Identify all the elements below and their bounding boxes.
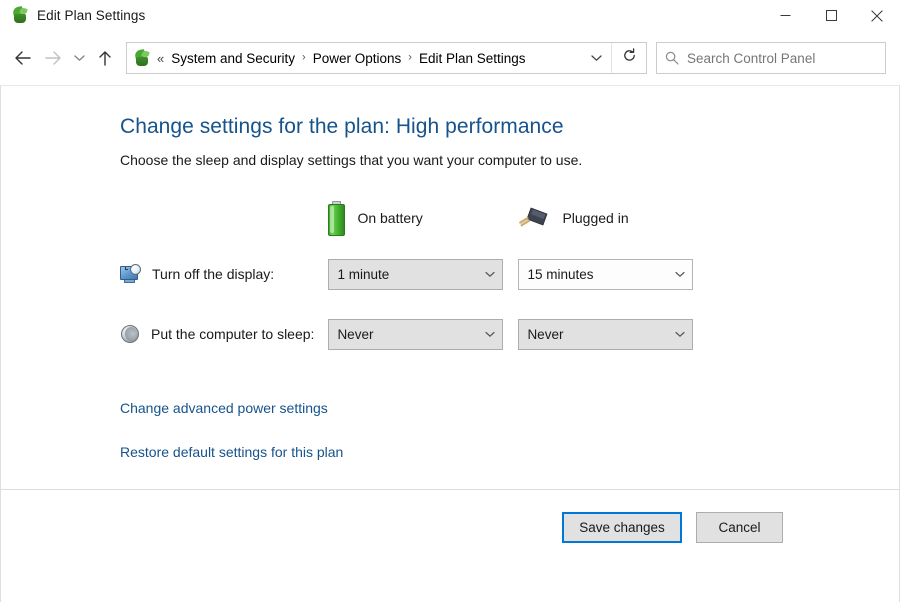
- navigation-bar: « System and Security › Power Options › …: [0, 31, 900, 85]
- column-header-plugged-in: Plugged in: [518, 192, 708, 244]
- title-bar: Edit Plan Settings: [0, 0, 900, 31]
- up-button[interactable]: [90, 43, 120, 73]
- dropdown-value: Never: [527, 326, 564, 342]
- breadcrumb-separator-icon[interactable]: ›: [298, 52, 310, 64]
- power-plug-icon: [518, 205, 550, 231]
- display-clock-icon: [120, 264, 141, 284]
- breadcrumb-dropdown-button[interactable]: [581, 43, 611, 73]
- table-header-row: On battery Plugged in: [120, 192, 708, 244]
- chevron-down-icon: [590, 49, 602, 67]
- cell-sleep-plugged-in: Never: [518, 304, 708, 364]
- content-area: Change settings for the plan: High perfo…: [0, 85, 900, 489]
- column-header-on-battery-label: On battery: [357, 210, 423, 226]
- maximize-button[interactable]: [808, 0, 854, 31]
- link-restore-default-settings[interactable]: Restore default settings for this plan: [120, 444, 343, 460]
- window-title: Edit Plan Settings: [37, 8, 146, 23]
- column-header-on-battery: On battery: [328, 192, 518, 244]
- chevron-down-icon: [478, 271, 502, 278]
- dropdown-value: Never: [337, 326, 374, 342]
- table-row: Put the computer to sleep: Never Never: [120, 304, 708, 364]
- refresh-button[interactable]: [612, 43, 646, 73]
- breadcrumb-power-plan-icon: [134, 48, 151, 67]
- forward-button: [38, 43, 68, 73]
- dropdown-display-on-battery[interactable]: 1 minute: [328, 258, 504, 290]
- address-bar[interactable]: « System and Security › Power Options › …: [126, 42, 647, 74]
- close-button[interactable]: [854, 0, 900, 31]
- header-spacer-cell: [120, 192, 328, 244]
- back-arrow-icon: [14, 50, 32, 66]
- breadcrumb: System and Security › Power Options › Ed…: [168, 51, 581, 66]
- breadcrumb-item-system-and-security[interactable]: System and Security: [168, 51, 298, 66]
- save-changes-button[interactable]: Save changes: [562, 512, 682, 543]
- search-icon: [657, 51, 687, 65]
- breadcrumb-item-edit-plan-settings[interactable]: Edit Plan Settings: [416, 51, 529, 66]
- up-arrow-icon: [97, 50, 113, 67]
- dropdown-value: 1 minute: [337, 266, 390, 282]
- search-box[interactable]: [656, 42, 886, 74]
- page-subtitle: Choose the sleep and display settings th…: [120, 152, 583, 168]
- cell-display-on-battery: 1 minute: [328, 244, 518, 304]
- row-label-turn-off-display: Turn off the display:: [120, 244, 328, 304]
- back-button[interactable]: [8, 43, 38, 73]
- chevron-down-icon: [668, 271, 692, 278]
- chevron-down-icon: [73, 54, 85, 62]
- power-settings-table: On battery Plugged in Turn off the displ…: [120, 192, 708, 364]
- recent-locations-button[interactable]: [68, 43, 90, 73]
- window-controls: [762, 0, 900, 31]
- dropdown-sleep-on-battery[interactable]: Never: [328, 318, 504, 350]
- row-label-text: Put the computer to sleep:: [151, 326, 315, 342]
- forward-arrow-icon: [44, 50, 62, 66]
- power-plan-icon: [12, 6, 29, 24]
- table-row: Turn off the display: 1 minute 15 minute…: [120, 244, 708, 304]
- row-label-put-computer-to-sleep: Put the computer to sleep:: [120, 304, 328, 364]
- minimize-button[interactable]: [762, 0, 808, 31]
- refresh-icon: [622, 48, 637, 68]
- dropdown-display-plugged-in[interactable]: 15 minutes: [518, 258, 694, 290]
- chevron-down-icon: [668, 331, 692, 338]
- battery-icon: [328, 200, 346, 236]
- link-change-advanced-power-settings[interactable]: Change advanced power settings: [120, 400, 328, 416]
- footer-buttons: Save changes Cancel: [562, 512, 783, 543]
- cell-display-plugged-in: 15 minutes: [518, 244, 708, 304]
- maximize-icon: [825, 10, 837, 21]
- page-title: Change settings for the plan: High perfo…: [120, 115, 564, 138]
- breadcrumb-item-power-options[interactable]: Power Options: [310, 51, 405, 66]
- search-input[interactable]: [687, 50, 885, 66]
- row-label-text: Turn off the display:: [152, 266, 275, 282]
- column-header-plugged-in-label: Plugged in: [562, 210, 629, 226]
- close-icon: [871, 9, 883, 22]
- title-bar-left: Edit Plan Settings: [0, 6, 146, 24]
- cancel-button[interactable]: Cancel: [696, 512, 783, 543]
- sleep-moon-icon: [120, 324, 140, 344]
- dropdown-sleep-plugged-in[interactable]: Never: [518, 318, 694, 350]
- breadcrumb-overflow[interactable]: «: [157, 51, 168, 66]
- chevron-down-icon: [478, 331, 502, 338]
- cell-sleep-on-battery: Never: [328, 304, 518, 364]
- links-section: Change advanced power settings Restore d…: [120, 400, 899, 460]
- breadcrumb-separator-icon[interactable]: ›: [404, 52, 416, 64]
- minimize-icon: [780, 10, 791, 21]
- footer-bar: Save changes Cancel: [0, 489, 900, 602]
- dropdown-value: 15 minutes: [527, 266, 594, 282]
